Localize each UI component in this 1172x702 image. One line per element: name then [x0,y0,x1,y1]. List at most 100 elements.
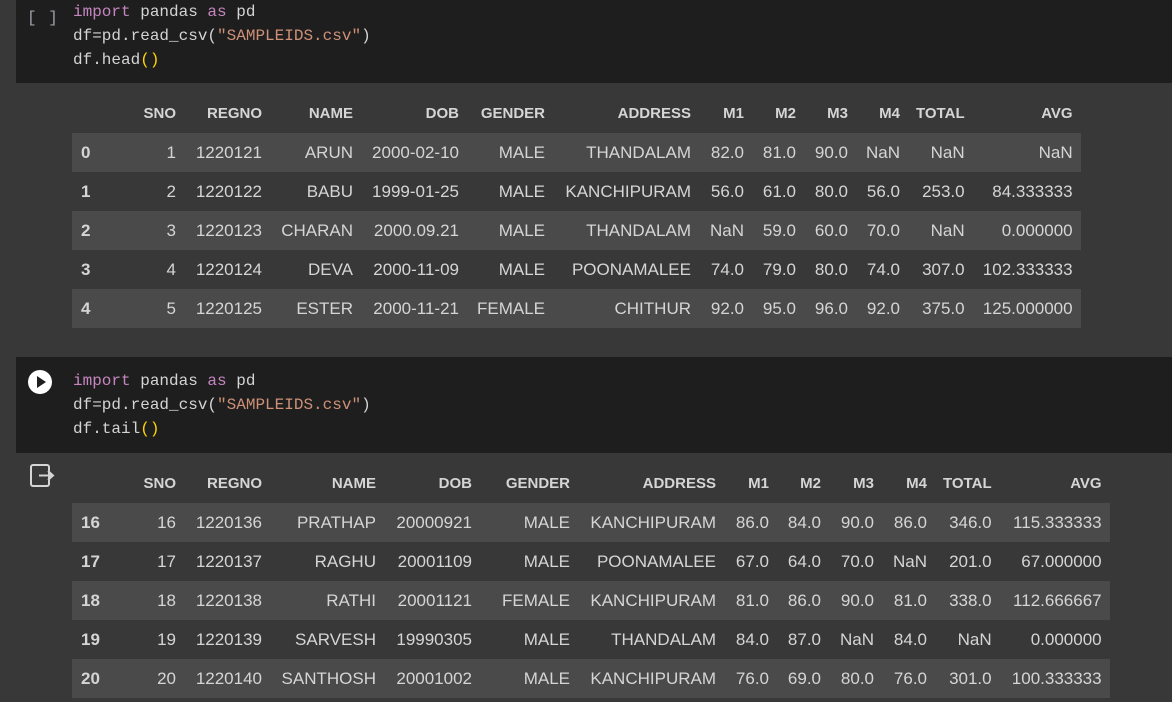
code-text: pd [226,3,256,21]
table-cell: 1220123 [184,211,270,250]
code-text: df.tail [73,420,141,438]
table-header-row: SNO REGNO NAME DOB GENDER ADDRESS M1 M2 M3 M4 TOTA… [72,464,1110,503]
row-index: 20 [72,659,128,698]
keyword: as [207,3,227,21]
column-header: AVG [1070,475,1102,492]
table-row: 19 19 1220139 SARVESH 19990305 MALE THANDALAM 8… [72,620,1110,659]
table-cell: 80.0 [829,659,882,698]
table-cell: 1220121 [184,133,270,172]
table-cell: RAGHU [270,542,384,581]
keyword: as [207,372,227,390]
column-header: NAME [308,105,353,122]
table-cell: 16 [128,503,184,542]
column-header: GENDER [480,105,545,122]
table-cell: 1220138 [184,581,270,620]
table-cell: 61.0 [752,172,804,211]
table-cell: 253.0 [908,172,973,211]
column-header: M3 [827,105,848,122]
table-cell: 81.0 [882,581,935,620]
table-cell: NaN [935,620,1000,659]
table-cell: 74.0 [699,250,752,289]
table-cell: 1220137 [184,542,270,581]
table-cell: 19 [128,620,184,659]
code-text: ) [361,27,371,45]
table-cell: 80.0 [804,172,856,211]
dataframe-table-tail: SNO REGNO NAME DOB GENDER ADDRESS M1 M2 M3 M4 TOTA… [72,464,1110,698]
table-cell: 0.000000 [999,620,1110,659]
column-header [72,94,118,133]
column-header: REGNO [206,475,262,492]
table-cell: 125.000000 [972,289,1081,328]
table-cell: 60.0 [804,211,856,250]
table-cell: 92.0 [856,289,908,328]
table-cell: 18 [128,581,184,620]
table-cell: DEVA [270,250,361,289]
table-cell: THANDALAM [578,620,724,659]
table-cell: 201.0 [935,542,1000,581]
table-cell: MALE [480,503,578,542]
table-cell: 4 [118,250,184,289]
table-cell: 115.333333 [999,503,1110,542]
table-cell: NaN [699,211,752,250]
column-header: REGNO [206,105,262,122]
column-header: NAME [331,475,376,492]
row-index: 3 [72,250,118,289]
table-cell: POONAMALEE [578,542,724,581]
table-cell: NaN [972,133,1081,172]
table-cell: 67.0 [724,542,777,581]
table-row: 4 5 1220125 ESTER 2000-11-21 FEMALE CHITHUR 92.… [72,289,1081,328]
table-cell: MALE [467,172,553,211]
run-cell-button[interactable] [28,370,52,394]
table-cell: THANDALAM [553,133,699,172]
table-row: 1 2 1220122 BABU 1999-01-25 MALE KANCHIPURAM 56… [72,172,1081,211]
table-cell: KANCHIPURAM [578,581,724,620]
column-header: M1 [723,105,744,122]
table-cell: 20001121 [384,581,480,620]
code-text: pandas [130,372,208,390]
code-line: df=pd.read_csv("SAMPLEIDS.csv") [73,393,371,417]
table-cell: 56.0 [856,172,908,211]
row-index: 2 [72,211,118,250]
table-cell: MALE [480,620,578,659]
table-cell: 86.0 [777,581,829,620]
keyword: import [73,372,131,390]
column-header: DOB [425,105,459,122]
table-cell: 74.0 [856,250,908,289]
code-line: df.tail() [73,417,159,441]
string-literal: "SAMPLEIDS.csv" [217,27,362,45]
table-cell: 20 [128,659,184,698]
table-cell: FEMALE [467,289,553,328]
table-cell: THANDALAM [553,211,699,250]
table-cell: 86.0 [882,503,935,542]
table-cell: 84.333333 [972,172,1081,211]
run-status-indicator[interactable]: [ ] [27,9,59,27]
table-cell: 2000-02-10 [361,133,467,172]
table-cell: 5 [118,289,184,328]
table-cell: 1220125 [184,289,270,328]
column-header: GENDER [505,475,570,492]
table-cell: 95.0 [752,289,804,328]
table-cell: SANTHOSH [270,659,384,698]
table-cell: 56.0 [699,172,752,211]
column-header: ADDRESS [642,475,716,492]
output-clear-icon[interactable] [28,462,56,490]
code-text: pandas [130,3,208,21]
keyword: import [73,3,131,21]
table-cell: 59.0 [752,211,804,250]
code-cell-2-editor[interactable]: import pandas as pd df=pd.read_csv("SAMP… [16,357,1172,453]
table-cell: 70.0 [856,211,908,250]
table-cell: 100.333333 [999,659,1110,698]
column-header: TOTAL [943,475,992,492]
table-cell: 1220140 [184,659,270,698]
code-line: df=pd.read_csv("SAMPLEIDS.csv") [73,24,371,48]
code-cell-1-editor[interactable]: [ ] import pandas as pd df=pd.read_csv("… [16,0,1172,83]
row-index: 17 [72,542,128,581]
table-cell: 80.0 [804,250,856,289]
code-text: df=pd.read_csv( [73,396,218,414]
table-cell: KANCHIPURAM [578,503,724,542]
table-cell: 76.0 [882,659,935,698]
column-header: M3 [853,475,874,492]
table-cell: 76.0 [724,659,777,698]
table-cell: 96.0 [804,289,856,328]
table-cell: 20000921 [384,503,480,542]
